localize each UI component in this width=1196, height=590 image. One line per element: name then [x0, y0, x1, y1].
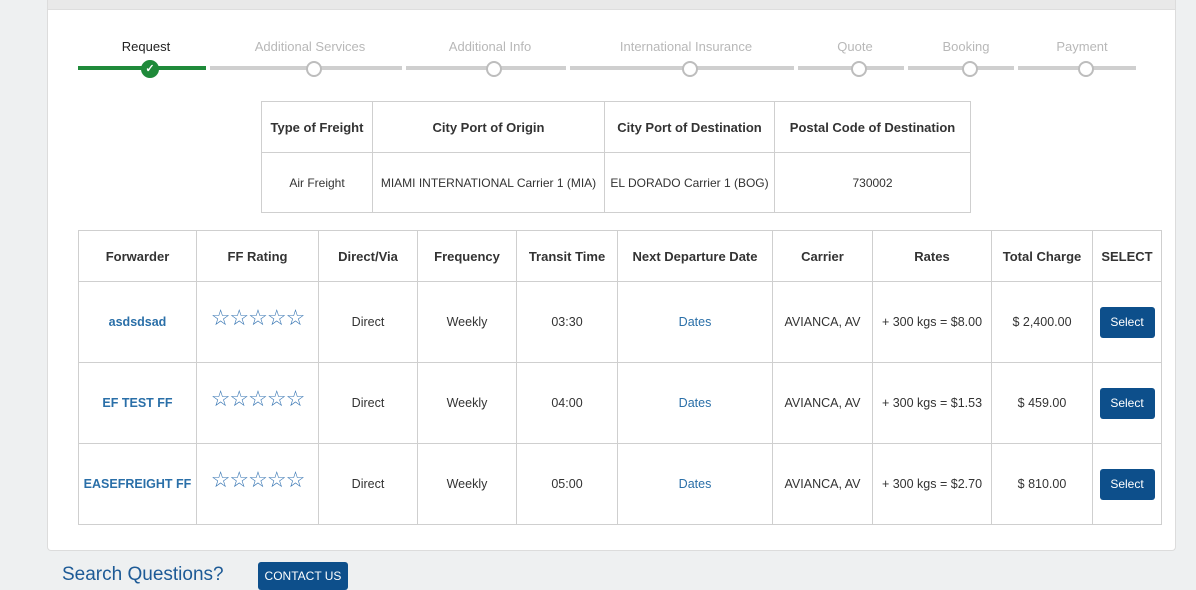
star-rating-icon[interactable]: ☆☆☆☆☆: [211, 386, 306, 411]
forwarder-name-link[interactable]: EASEFREIGHT FF: [78, 443, 197, 525]
progress-stepper: Request Additional Services Additional I…: [0, 0, 1196, 90]
summary-row: Air Freight MIAMI INTERNATIONAL Carrier …: [261, 152, 971, 213]
rates-cell: + 300 kgs = $1.53: [872, 362, 992, 444]
transit-time-cell: 05:00: [516, 443, 618, 525]
step-label-additional-info[interactable]: Additional Info: [449, 39, 531, 54]
select-button[interactable]: Select: [1099, 306, 1155, 338]
header-select: SELECT: [1092, 230, 1162, 282]
step-label-payment[interactable]: Payment: [1056, 39, 1107, 54]
search-questions-heading: Search Questions?: [62, 564, 224, 585]
step-dot-additional-services: [306, 61, 322, 77]
summary-postal-code: 730002: [774, 152, 971, 213]
direct-via-cell: Direct: [318, 362, 418, 444]
step-dot-additional-info: [486, 61, 502, 77]
check-icon: ✓: [141, 60, 159, 78]
step-label-booking[interactable]: Booking: [943, 39, 990, 54]
rates-cell: + 300 kgs = $8.00: [872, 281, 992, 363]
star-rating-icon[interactable]: ☆☆☆☆☆: [211, 467, 306, 492]
total-charge-cell: $ 810.00: [991, 443, 1093, 525]
table-row: EF TEST FF ☆☆☆☆☆ Direct Weekly 04:00 Dat…: [78, 362, 1162, 444]
carrier-cell: AVIANCA, AV: [772, 281, 873, 363]
select-button[interactable]: Select: [1099, 468, 1155, 500]
summary-destination: EL DORADO Carrier 1 (BOG): [604, 152, 775, 213]
header-forwarder: Forwarder: [78, 230, 197, 282]
header-total-charge: Total Charge: [991, 230, 1093, 282]
rates-cell: + 300 kgs = $2.70: [872, 443, 992, 525]
step-track-booking: [908, 66, 1014, 70]
transit-time-cell: 04:00: [516, 362, 618, 444]
star-rating-icon[interactable]: ☆☆☆☆☆: [211, 305, 306, 330]
header-frequency: Frequency: [417, 230, 517, 282]
direct-via-cell: Direct: [318, 281, 418, 363]
summary-header-row: Type of Freight City Port of Origin City…: [261, 101, 971, 153]
step-dot-payment: [1078, 61, 1094, 77]
dates-link[interactable]: Dates: [679, 396, 712, 410]
step-track-payment: [1018, 66, 1136, 70]
summary-freight-type: Air Freight: [261, 152, 373, 213]
total-charge-cell: $ 459.00: [991, 362, 1093, 444]
step-label-additional-services[interactable]: Additional Services: [255, 39, 366, 54]
summary-header-postal-code: Postal Code of Destination: [774, 101, 971, 153]
summary-header-freight-type: Type of Freight: [261, 101, 373, 153]
dates-link[interactable]: Dates: [679, 315, 712, 329]
results-header-row: Forwarder FF Rating Direct/Via Frequency…: [78, 230, 1162, 282]
header-carrier: Carrier: [772, 230, 873, 282]
table-row: EASEFREIGHT FF ☆☆☆☆☆ Direct Weekly 05:00…: [78, 443, 1162, 525]
dates-link[interactable]: Dates: [679, 477, 712, 491]
step-dot-international-insurance: [682, 61, 698, 77]
frequency-cell: Weekly: [417, 443, 517, 525]
transit-time-cell: 03:30: [516, 281, 618, 363]
forwarder-name-link[interactable]: asdsdsad: [78, 281, 197, 363]
step-label-international-insurance[interactable]: International Insurance: [620, 39, 752, 54]
select-button[interactable]: Select: [1099, 387, 1155, 419]
header-next-departure: Next Departure Date: [617, 230, 773, 282]
header-rates: Rates: [872, 230, 992, 282]
carrier-cell: AVIANCA, AV: [772, 443, 873, 525]
carrier-cell: AVIANCA, AV: [772, 362, 873, 444]
forwarder-name-link[interactable]: EF TEST FF: [78, 362, 197, 444]
summary-header-origin: City Port of Origin: [372, 101, 605, 153]
step-dot-quote: [851, 61, 867, 77]
summary-header-destination: City Port of Destination: [604, 101, 775, 153]
header-ff-rating: FF Rating: [196, 230, 319, 282]
summary-origin: MIAMI INTERNATIONAL Carrier 1 (MIA): [372, 152, 605, 213]
frequency-cell: Weekly: [417, 281, 517, 363]
total-charge-cell: $ 2,400.00: [991, 281, 1093, 363]
forwarder-results-table: Forwarder FF Rating Direct/Via Frequency…: [78, 230, 1162, 525]
shipment-summary-table: Type of Freight City Port of Origin City…: [261, 101, 971, 213]
contact-us-button[interactable]: CONTACT US: [258, 562, 348, 590]
table-row: asdsdsad ☆☆☆☆☆ Direct Weekly 03:30 Dates…: [78, 281, 1162, 363]
step-label-request[interactable]: Request: [122, 39, 170, 54]
frequency-cell: Weekly: [417, 362, 517, 444]
header-transit-time: Transit Time: [516, 230, 618, 282]
header-direct-via: Direct/Via: [318, 230, 418, 282]
step-dot-booking: [962, 61, 978, 77]
step-label-quote[interactable]: Quote: [837, 39, 872, 54]
direct-via-cell: Direct: [318, 443, 418, 525]
